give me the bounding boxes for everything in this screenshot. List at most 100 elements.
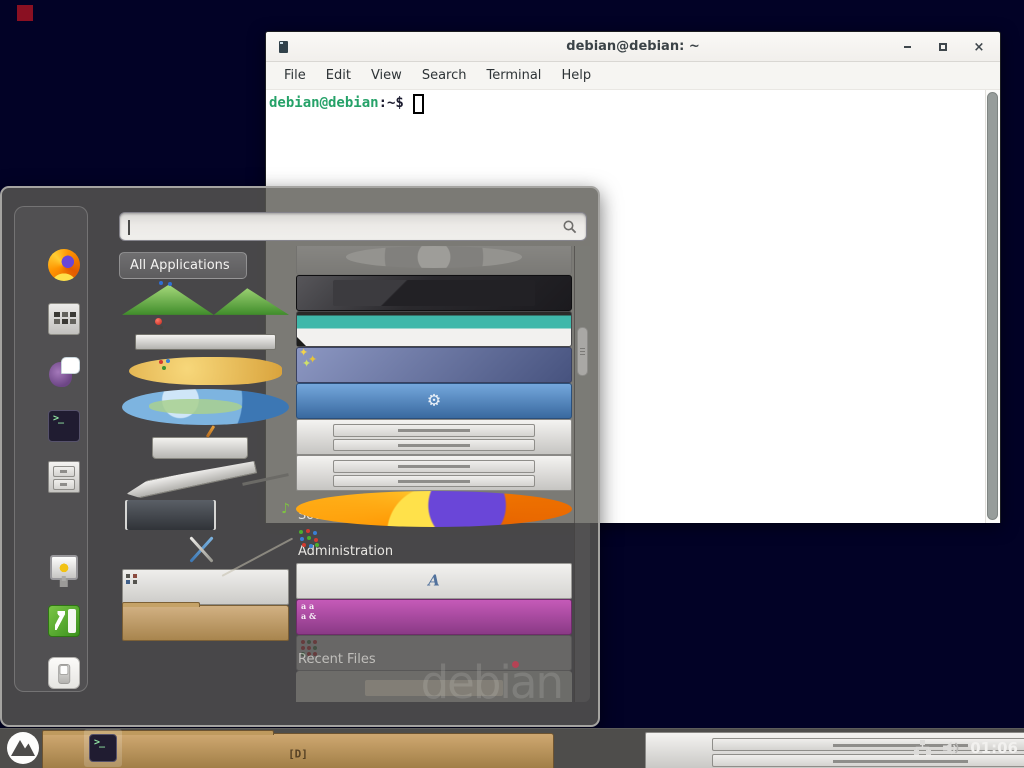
desktop: debian@debian: ~ × FileEditViewSearchTer… [0,0,1024,768]
favorite-app-button[interactable] [48,461,80,493]
favorite-app-icon [48,303,80,335]
close-button[interactable]: × [972,40,986,54]
category-icon [122,497,289,533]
favorite-app-icon [48,410,80,442]
favorite-app-icon [48,553,80,585]
application-menu: All Applications Accessories Games Graph… [0,186,600,727]
terminal-scrollbar[interactable] [985,90,1000,523]
category-icon [122,461,289,497]
terminal-icon [89,734,117,762]
application-icon [296,527,572,563]
favorite-app-icon [48,249,80,281]
application-icon [296,419,572,455]
maximize-button[interactable] [936,40,950,54]
favorite-app-icon [48,356,80,388]
debian-watermark: debian [421,656,562,709]
category-icon [122,569,289,605]
menu-scrollbar-thumb[interactable] [577,327,588,376]
prompt-user-host: debian@debian [269,93,379,114]
watermark-red-dot [512,661,519,668]
favorite-app-button[interactable] [48,249,80,281]
category-item[interactable]: Recent Files [119,641,289,677]
category-icon [122,281,289,317]
favorite-app-button[interactable] [48,410,80,442]
category-icon [122,425,289,461]
category-icon [122,605,289,641]
application-icon [296,599,572,635]
application-icon [296,491,572,527]
search-icon [562,219,578,235]
minimize-button[interactable] [900,40,914,54]
favorite-app-icon [48,605,80,637]
clock[interactable]: 01:06 [970,739,1018,757]
application-icon [296,347,572,383]
application-item[interactable]: Files [290,455,572,491]
application-item[interactable]: Disks [290,246,572,275]
application-icon [296,246,572,275]
category-icon [122,353,289,389]
category-item[interactable]: Programming [119,461,289,497]
category-item[interactable]: Graphics [119,353,289,389]
terminal-menu-item[interactable]: View [363,65,410,86]
terminal-menu-item[interactable]: Edit [318,65,359,86]
favorites-sidebar [14,206,88,692]
terminal-prompt: debian@debian:~$ [266,90,1000,114]
favorite-app-button[interactable] [48,553,80,585]
application-item[interactable]: Fonts [290,599,572,635]
search-input[interactable] [119,212,587,241]
text-caret [128,220,130,235]
favorite-app-button[interactable] [48,605,80,637]
application-icon [296,563,572,599]
application-item[interactable]: Five or More [290,527,572,563]
favorite-app-button[interactable] [48,657,80,689]
category-item[interactable]: Administration [119,533,289,569]
terminal-menu-item[interactable]: Terminal [478,65,549,86]
terminal-cursor [413,94,424,114]
menu-button[interactable] [6,731,40,765]
category-item[interactable]: Places [119,605,289,641]
terminal-taskbar-button[interactable] [84,729,122,767]
category-label: All Applications [130,258,230,273]
application-item[interactable]: Document Scanner [290,311,572,347]
menu-scrollbar[interactable] [574,246,590,702]
terminal-menubar: FileEditViewSearchTerminalHelp [266,62,1000,90]
volume-icon[interactable] [941,739,961,757]
application-item[interactable]: Display [290,275,572,311]
network-icon[interactable] [913,739,932,757]
category-list: Accessories Games Graphics Internet [119,281,289,677]
category-all-applications[interactable]: All Applications [119,252,247,279]
category-item[interactable]: Preferences [119,569,289,605]
terminal-menu-item[interactable]: Help [553,65,599,86]
application-item[interactable]: Extensions [290,383,572,419]
application-list: Disks Display Document Scanner E [290,246,572,702]
terminal-scrollbar-thumb[interactable] [987,92,998,520]
category-item[interactable]: Accessories [119,281,289,317]
category-item[interactable]: Games [119,317,289,353]
category-icon [122,533,289,569]
taskbar: 01:06 [0,728,1024,768]
application-item[interactable]: File Manager PCManFM [290,419,572,455]
application-item[interactable]: Firefox ESR [290,491,572,527]
favorite-app-icon [48,461,80,493]
favorite-app-button[interactable] [48,303,80,335]
category-item[interactable]: Sound & Video [119,497,289,533]
application-item[interactable]: Effects [290,347,572,383]
application-icon [296,311,572,347]
application-icon [296,455,572,491]
favorite-app-icon [48,657,80,689]
terminal-title: debian@debian: ~ [266,39,1000,54]
menu-mountain-icon [6,731,40,765]
category-item[interactable]: Office [119,425,289,461]
favorite-app-button[interactable] [48,356,80,388]
terminal-menu-item[interactable]: Search [414,65,475,86]
category-icon [122,641,289,677]
application-item[interactable]: Font Selection [290,563,572,599]
prompt-suffix: :~$ [379,93,404,114]
terminal-titlebar[interactable]: debian@debian: ~ × [266,32,1000,62]
application-icon [296,383,572,419]
application-icon [296,275,572,311]
category-item[interactable]: Internet [119,389,289,425]
terminal-menu-item[interactable]: File [276,65,314,86]
category-icon [122,389,289,425]
category-icon [122,317,289,353]
